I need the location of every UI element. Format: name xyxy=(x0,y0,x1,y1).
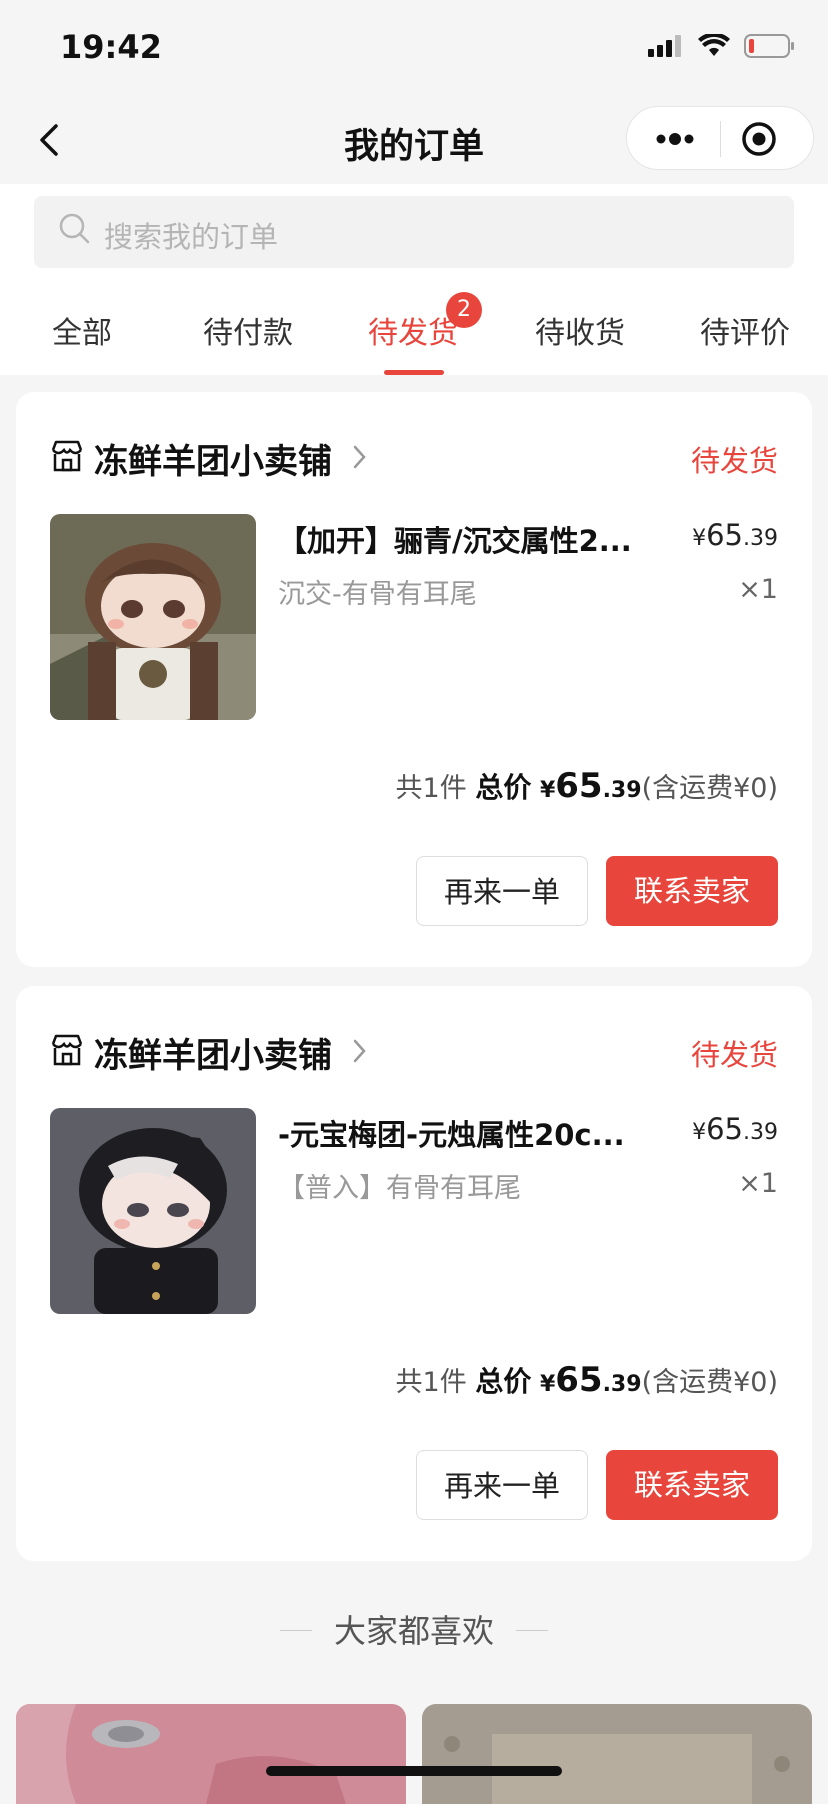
product-sku: 沉交-有骨有耳尾 xyxy=(278,579,477,610)
mini-program-capsule xyxy=(626,106,814,170)
recommend-image xyxy=(422,1704,812,1804)
order-status: 待发货 xyxy=(690,444,778,478)
order-summary: 共1件 总价 ¥65.39(含运费¥0) xyxy=(396,766,778,806)
status-icons xyxy=(648,34,796,58)
home-indicator xyxy=(266,1766,562,1776)
nav-bar: 我的订单 xyxy=(0,96,828,184)
total-integer: 65 xyxy=(555,766,603,806)
price-integer: 65 xyxy=(706,1112,743,1146)
reorder-button[interactable]: 再来一单 xyxy=(416,1450,588,1520)
total-currency: ¥ xyxy=(539,1372,556,1397)
product-image xyxy=(50,514,256,720)
price-integer: 65 xyxy=(706,518,743,552)
battery-icon xyxy=(744,34,794,58)
tab-pending-shipment[interactable]: 待发货 xyxy=(368,308,458,352)
shipping-fee: (含运费¥0) xyxy=(641,773,778,804)
currency-symbol: ¥ xyxy=(692,526,707,551)
price-decimal: .39 xyxy=(743,526,778,551)
search-icon xyxy=(59,213,90,244)
chevron-right-icon[interactable] xyxy=(352,444,368,470)
product-title[interactable]: 【加开】骊青/沉交属性2... xyxy=(278,518,658,560)
product-thumbnail[interactable] xyxy=(50,514,256,720)
shop-icon xyxy=(51,1034,83,1066)
currency-symbol: ¥ xyxy=(692,1120,707,1145)
product-image xyxy=(50,1108,256,1314)
item-count: 共1件 xyxy=(395,1367,467,1398)
recommend-item[interactable] xyxy=(422,1704,812,1804)
search-placeholder: 搜索我的订单 xyxy=(104,220,279,254)
chevron-right-icon[interactable] xyxy=(352,1038,368,1064)
contact-seller-button[interactable]: 联系卖家 xyxy=(606,856,778,926)
tab-all[interactable]: 全部 xyxy=(52,308,112,352)
total-decimal: .39 xyxy=(602,778,642,803)
order-card: 冻鲜羊团小卖铺 待发货 -元宝梅团-元烛属性20c... 【普入】有骨有耳尾 ¥… xyxy=(16,986,812,1561)
active-tab-indicator xyxy=(384,370,444,375)
product-title[interactable]: -元宝梅团-元烛属性20c... xyxy=(278,1112,658,1154)
signal-icon xyxy=(648,35,681,57)
shipping-fee: (含运费¥0) xyxy=(641,1367,778,1398)
total-integer: 65 xyxy=(555,1360,603,1400)
shop-name[interactable]: 冻鲜羊团小卖铺 xyxy=(94,1028,332,1077)
reorder-button[interactable]: 再来一单 xyxy=(416,856,588,926)
order-tabs: 全部 待付款 待发货 待收货 待评价 xyxy=(0,290,828,375)
shop-icon xyxy=(51,440,83,472)
product-quantity: ×1 xyxy=(738,574,778,605)
tab-count-badge: 2 xyxy=(446,292,482,328)
more-icon[interactable] xyxy=(653,125,697,153)
divider-line xyxy=(516,1630,548,1631)
status-bar: 19:42 xyxy=(0,0,828,96)
wifi-icon xyxy=(698,34,730,56)
price-decimal: .39 xyxy=(743,1120,778,1145)
total-currency: ¥ xyxy=(539,778,556,803)
order-status: 待发货 xyxy=(690,1038,778,1072)
shop-name[interactable]: 冻鲜羊团小卖铺 xyxy=(94,434,332,483)
recommend-item[interactable] xyxy=(16,1704,406,1804)
item-count: 共1件 xyxy=(395,773,467,804)
capsule-divider xyxy=(720,121,721,157)
product-quantity: ×1 xyxy=(738,1168,778,1199)
status-time: 19:42 xyxy=(60,28,162,66)
product-price: ¥65.39 xyxy=(692,518,778,552)
product-price: ¥65.39 xyxy=(692,1112,778,1146)
product-thumbnail[interactable] xyxy=(50,1108,256,1314)
total-label: 总价 xyxy=(475,771,532,804)
order-card: 冻鲜羊团小卖铺 待发货 【加开】骊青/沉交属性2... 沉交-有骨有耳尾 ¥65… xyxy=(16,392,812,967)
recommend-image xyxy=(16,1704,406,1804)
total-label: 总价 xyxy=(475,1365,532,1398)
tab-pending-payment[interactable]: 待付款 xyxy=(203,308,293,352)
tab-pending-review[interactable]: 待评价 xyxy=(700,308,790,352)
total-decimal: .39 xyxy=(602,1372,642,1397)
search-input[interactable]: 搜索我的订单 xyxy=(34,196,794,268)
tab-pending-receipt[interactable]: 待收货 xyxy=(535,308,625,352)
contact-seller-button[interactable]: 联系卖家 xyxy=(606,1450,778,1520)
product-sku: 【普入】有骨有耳尾 xyxy=(278,1173,521,1204)
order-summary: 共1件 总价 ¥65.39(含运费¥0) xyxy=(396,1360,778,1400)
close-mini-program-icon[interactable] xyxy=(741,121,777,157)
recommend-title: 大家都喜欢 xyxy=(333,1612,494,1650)
